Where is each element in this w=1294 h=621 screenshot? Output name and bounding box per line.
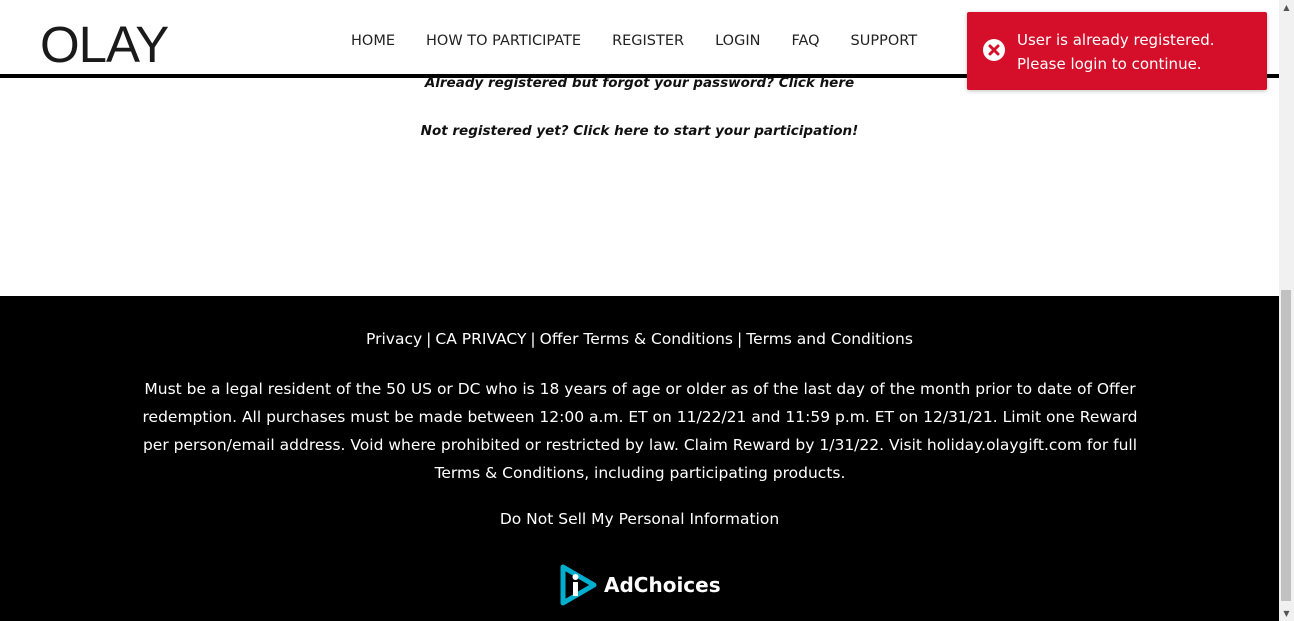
main-nav: HOME HOW TO PARTICIPATE REGISTER LOGIN F… <box>351 33 917 49</box>
footer-separator: | <box>737 330 743 348</box>
error-toast[interactable]: User is already registered. Please login… <box>967 12 1267 90</box>
footer-separator: | <box>530 330 536 348</box>
olay-logo[interactable]: OLAY <box>40 18 169 72</box>
footer-separator: | <box>426 330 432 348</box>
adchoices-icon <box>560 564 597 606</box>
toast-message: User is already registered. Please login… <box>1017 28 1215 76</box>
start-participation-link[interactable]: Not registered yet? Click here to start … <box>0 123 1279 139</box>
footer-link-offer-terms[interactable]: Offer Terms & Conditions <box>540 330 733 348</box>
scroll-up-arrow-icon[interactable]: ▲ <box>1279 0 1294 15</box>
nav-home[interactable]: HOME <box>351 33 395 49</box>
nav-support[interactable]: SUPPORT <box>851 33 918 49</box>
site-footer: Privacy | CA PRIVACY | Offer Terms & Conditi… <box>0 296 1279 621</box>
page: OLAY HOME HOW TO PARTICIPATE REGISTER LO… <box>0 0 1294 621</box>
footer-link-ca-privacy[interactable]: CA PRIVACY <box>435 330 526 348</box>
footer-links: Privacy | CA PRIVACY | Offer Terms & Conditi… <box>0 330 1279 348</box>
adchoices-label: AdChoices <box>604 573 721 597</box>
nav-faq[interactable]: FAQ <box>791 33 819 49</box>
error-x-icon <box>983 39 1005 61</box>
footer-link-privacy[interactable]: Privacy <box>366 330 422 348</box>
adchoices-link[interactable]: AdChoices <box>558 562 721 608</box>
footer-link-terms[interactable]: Terms and Conditions <box>746 330 913 348</box>
footer-disclaimer: Must be a legal resident of the 50 US or… <box>142 380 1138 482</box>
scrollbar-thumb[interactable] <box>1281 290 1291 601</box>
toast-line-1: User is already registered. <box>1017 31 1215 49</box>
do-not-sell-link[interactable]: Do Not Sell My Personal Information <box>0 510 1279 528</box>
toast-line-2: Please login to continue. <box>1017 55 1202 73</box>
nav-login[interactable]: LOGIN <box>715 33 760 49</box>
nav-how-to-participate[interactable]: HOW TO PARTICIPATE <box>426 33 581 49</box>
vertical-scrollbar[interactable]: ▲ ▼ <box>1279 0 1294 621</box>
scroll-down-arrow-icon[interactable]: ▼ <box>1279 606 1294 621</box>
nav-register[interactable]: REGISTER <box>612 33 684 49</box>
